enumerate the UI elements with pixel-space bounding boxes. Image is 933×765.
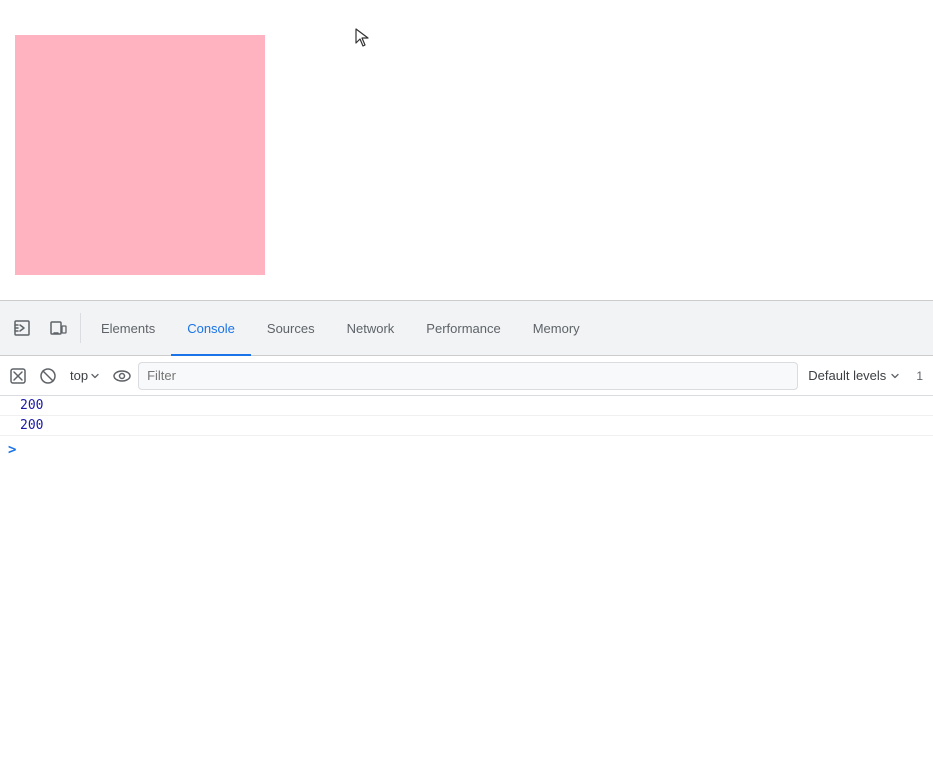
live-expressions-button[interactable] xyxy=(108,362,136,390)
cursor-icon xyxy=(355,28,371,48)
inspect-element-icon[interactable] xyxy=(4,310,40,346)
context-dropdown-icon xyxy=(90,371,100,381)
tab-console[interactable]: Console xyxy=(171,301,251,356)
clear-console-button[interactable] xyxy=(4,362,32,390)
prompt-arrow-icon: > xyxy=(8,442,16,458)
tab-elements[interactable]: Elements xyxy=(85,301,171,356)
pink-box xyxy=(15,35,265,275)
page-area xyxy=(0,0,933,300)
levels-dropdown-icon xyxy=(890,371,900,381)
console-line-2: 200 xyxy=(0,416,933,436)
console-output: 200 200 > xyxy=(0,396,933,765)
console-line-1: 200 xyxy=(0,396,933,416)
eye-icon xyxy=(112,368,132,384)
message-count-badge: 1 xyxy=(910,362,929,390)
console-prompt[interactable]: > xyxy=(0,436,933,464)
tab-bar: Elements Console Sources Network Perform… xyxy=(0,301,933,356)
default-levels-button[interactable]: Default levels xyxy=(800,362,908,390)
tab-divider xyxy=(80,313,81,343)
devtools-panel: Elements Console Sources Network Perform… xyxy=(0,300,933,765)
tab-sources[interactable]: Sources xyxy=(251,301,331,356)
device-toolbar-icon[interactable] xyxy=(40,310,76,346)
tab-performance[interactable]: Performance xyxy=(410,301,516,356)
tab-memory[interactable]: Memory xyxy=(517,301,596,356)
context-selector[interactable]: top xyxy=(64,362,106,390)
toolbar-row: top Default levels 1 xyxy=(0,356,933,396)
tab-network[interactable]: Network xyxy=(331,301,411,356)
filter-input[interactable] xyxy=(138,362,798,390)
stop-messages-button[interactable] xyxy=(34,362,62,390)
